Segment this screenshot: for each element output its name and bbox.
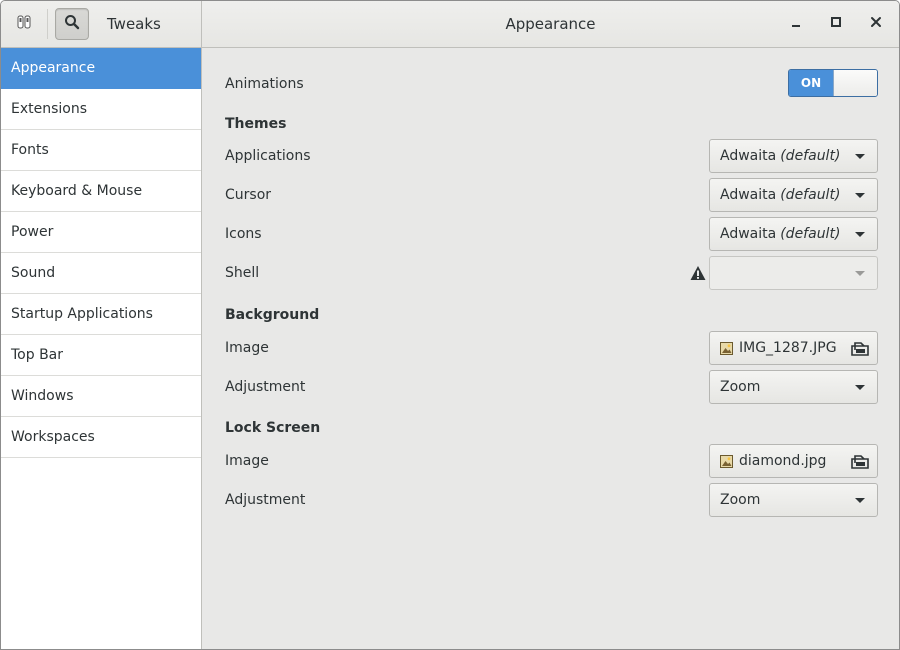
sidebar-item-label: Extensions bbox=[11, 101, 88, 117]
lock-screen-adjustment-row: Adjustment Zoom bbox=[225, 483, 878, 517]
animations-row: Animations ON bbox=[225, 69, 878, 99]
dropdown-value: Zoom bbox=[720, 379, 761, 395]
themes-heading: Themes bbox=[225, 116, 287, 132]
cursor-theme-dropdown[interactable]: Adwaita (default) bbox=[709, 178, 878, 212]
sidebar-item-label: Top Bar bbox=[11, 347, 64, 363]
sidebar-item-label: Workspaces bbox=[11, 429, 95, 445]
dropdown-value-note: (default) bbox=[780, 226, 841, 242]
sidebar-item-fonts[interactable]: Fonts bbox=[1, 130, 201, 171]
background-image-chooser[interactable]: IMG_1287.JPG bbox=[709, 331, 878, 365]
tweaks-app-icon bbox=[16, 14, 32, 34]
sidebar-item-appearance[interactable]: Appearance bbox=[1, 48, 201, 89]
sidebar-item-windows[interactable]: Windows bbox=[1, 376, 201, 417]
dropdown-arrow-icon bbox=[855, 271, 865, 276]
applications-theme-row: Applications Adwaita (default) bbox=[225, 139, 878, 173]
shell-theme-dropdown[interactable] bbox=[709, 256, 878, 290]
appearance-panel: Animations ON Themes Applications Adwait… bbox=[203, 48, 899, 649]
sidebar: Appearance Extensions Fonts Keyboard & M… bbox=[1, 48, 202, 649]
dropdown-value: Zoom bbox=[720, 492, 761, 508]
animations-label: Animations bbox=[225, 76, 304, 92]
sidebar-item-power[interactable]: Power bbox=[1, 212, 201, 253]
applications-theme-label: Applications bbox=[225, 148, 311, 164]
tweaks-window: Tweaks Appearance Appearance Extensions bbox=[0, 0, 900, 650]
sidebar-item-extensions[interactable]: Extensions bbox=[1, 89, 201, 130]
warning-icon bbox=[690, 265, 706, 285]
image-file-icon bbox=[720, 454, 733, 468]
lock-screen-adjustment-label: Adjustment bbox=[225, 492, 306, 508]
header-left-pane: Tweaks bbox=[1, 1, 202, 47]
icons-theme-row: Icons Adwaita (default) bbox=[225, 217, 878, 251]
header-bar: Tweaks Appearance bbox=[1, 1, 899, 48]
icons-theme-label: Icons bbox=[225, 226, 262, 242]
sidebar-item-label: Windows bbox=[11, 388, 74, 404]
lock-screen-image-label: Image bbox=[225, 453, 269, 469]
maximize-icon bbox=[830, 16, 842, 32]
image-file-icon bbox=[720, 341, 733, 355]
sidebar-item-top-bar[interactable]: Top Bar bbox=[1, 335, 201, 376]
shell-theme-label: Shell bbox=[225, 265, 260, 281]
chooser-value: IMG_1287.JPG bbox=[739, 340, 837, 356]
search-icon bbox=[64, 14, 80, 34]
minimize-button[interactable] bbox=[784, 12, 808, 36]
maximize-button[interactable] bbox=[824, 12, 848, 36]
sidebar-item-label: Sound bbox=[11, 265, 56, 281]
switch-on-label: ON bbox=[789, 70, 833, 96]
sidebar-item-label: Keyboard & Mouse bbox=[11, 183, 143, 199]
minimize-icon bbox=[790, 16, 802, 32]
background-image-label: Image bbox=[225, 340, 269, 356]
sidebar-item-label: Power bbox=[11, 224, 54, 240]
applications-theme-dropdown[interactable]: Adwaita (default) bbox=[709, 139, 878, 173]
background-adjustment-dropdown[interactable]: Zoom bbox=[709, 370, 878, 404]
app-menu-button[interactable] bbox=[7, 8, 41, 40]
background-adjustment-label: Adjustment bbox=[225, 379, 306, 395]
document-open-icon bbox=[851, 340, 869, 360]
sidebar-item-label: Startup Applications bbox=[11, 306, 153, 322]
search-button[interactable] bbox=[55, 8, 89, 40]
lock-screen-adjustment-dropdown[interactable]: Zoom bbox=[709, 483, 878, 517]
shell-theme-row: Shell bbox=[225, 256, 878, 290]
background-image-row: Image IMG_1287.JPG bbox=[225, 331, 878, 365]
sidebar-item-keyboard-mouse[interactable]: Keyboard & Mouse bbox=[1, 171, 201, 212]
cursor-theme-row: Cursor Adwaita (default) bbox=[225, 178, 878, 212]
dropdown-arrow-icon bbox=[855, 385, 865, 390]
animations-switch[interactable]: ON bbox=[788, 69, 878, 97]
switch-knob bbox=[833, 70, 877, 96]
icons-theme-dropdown[interactable]: Adwaita (default) bbox=[709, 217, 878, 251]
sidebar-item-sound[interactable]: Sound bbox=[1, 253, 201, 294]
dropdown-arrow-icon bbox=[855, 154, 865, 159]
close-button[interactable] bbox=[864, 12, 888, 36]
sidebar-item-label: Appearance bbox=[11, 60, 96, 76]
lock-screen-heading: Lock Screen bbox=[225, 420, 321, 436]
dropdown-arrow-icon bbox=[855, 193, 865, 198]
header-separator bbox=[47, 9, 48, 39]
lock-screen-image-chooser[interactable]: diamond.jpg bbox=[709, 444, 878, 478]
dropdown-value-note: (default) bbox=[780, 148, 841, 164]
dropdown-arrow-icon bbox=[855, 498, 865, 503]
app-title: Tweaks bbox=[107, 15, 161, 33]
lock-screen-image-row: Image diamond.jpg bbox=[225, 444, 878, 478]
close-icon bbox=[870, 16, 882, 32]
dropdown-value: Adwaita bbox=[720, 148, 777, 164]
sidebar-item-label: Fonts bbox=[11, 142, 49, 158]
sidebar-item-workspaces[interactable]: Workspaces bbox=[1, 417, 201, 458]
cursor-theme-label: Cursor bbox=[225, 187, 272, 203]
dropdown-value: Adwaita bbox=[720, 187, 777, 203]
dropdown-value-note: (default) bbox=[780, 187, 841, 203]
background-heading: Background bbox=[225, 307, 320, 323]
chooser-value: diamond.jpg bbox=[739, 453, 827, 469]
dropdown-value: Adwaita bbox=[720, 226, 777, 242]
background-adjustment-row: Adjustment Zoom bbox=[225, 370, 878, 404]
document-open-icon bbox=[851, 453, 869, 473]
sidebar-item-startup-applications[interactable]: Startup Applications bbox=[1, 294, 201, 335]
dropdown-arrow-icon bbox=[855, 232, 865, 237]
